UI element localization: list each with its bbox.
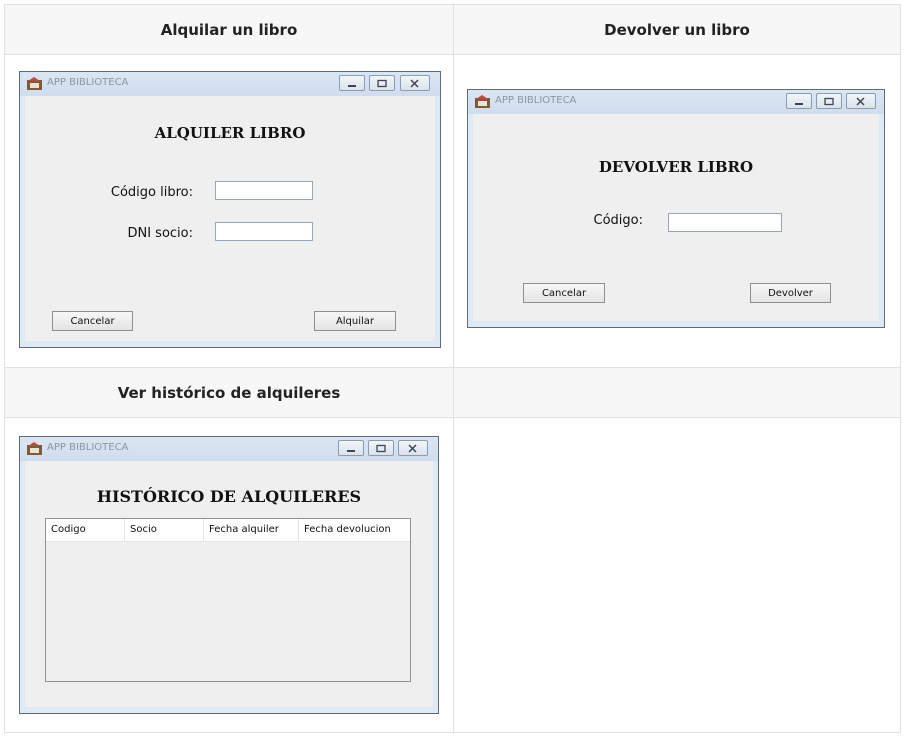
window-body: DEVOLVER LIBRO Código: Cancelar Devolver (473, 114, 879, 321)
app-icon (27, 77, 42, 90)
maximize-icon (824, 97, 834, 106)
app-icon (475, 95, 490, 108)
rentals-table[interactable]: Codigo Socio Fecha alquiler Fecha devolu… (45, 518, 411, 682)
list-heading: HISTÓRICO DE ALQUILERES (96, 487, 362, 506)
maximize-icon (376, 444, 386, 453)
header-empty (454, 367, 900, 418)
column-header[interactable]: Codigo (46, 519, 125, 541)
window-title: APP BIBLIOTECA (47, 442, 129, 453)
close-button[interactable] (846, 93, 876, 109)
form-heading: DEVOLVER LIBRO (598, 158, 754, 176)
close-button[interactable] (400, 75, 430, 91)
minimize-icon (348, 85, 356, 87)
table-header: Codigo Socio Fecha alquiler Fecha devolu… (46, 519, 410, 542)
codigo-input[interactable] (215, 181, 313, 200)
window-title: APP BIBLIOTECA (47, 77, 129, 88)
maximize-icon (377, 79, 387, 88)
minimize-icon (347, 450, 355, 452)
close-icon (408, 444, 417, 453)
column-header[interactable]: Fecha alquiler (204, 519, 299, 541)
form-heading: ALQUILER LIBRO (154, 124, 306, 142)
alquilar-button[interactable]: Alquilar (314, 311, 396, 331)
maximize-button[interactable] (368, 440, 394, 456)
minimize-button[interactable] (338, 440, 364, 456)
titlebar[interactable]: APP BIBLIOTECA (468, 90, 884, 114)
devolver-button[interactable]: Devolver (750, 283, 831, 303)
header-alquilar: Alquilar un libro (5, 5, 453, 55)
titlebar[interactable]: APP BIBLIOTECA (20, 437, 438, 461)
column-divider (453, 5, 454, 732)
close-icon (410, 79, 419, 88)
dni-label: DNI socio: (127, 226, 193, 241)
app-icon (27, 442, 42, 455)
window-historico: APP BIBLIOTECA HISTÓRICO DE ALQUILERES C… (19, 436, 439, 714)
close-icon (856, 97, 865, 106)
maximize-button[interactable] (816, 93, 842, 109)
dni-input[interactable] (215, 222, 313, 241)
window-alquiler: APP BIBLIOTECA ALQUILER LIBRO Código lib… (19, 71, 441, 348)
titlebar[interactable]: APP BIBLIOTECA (20, 72, 440, 96)
codigo-label: Código libro: (110, 185, 193, 200)
window-devolver: APP BIBLIOTECA DEVOLVER LIBRO Código: Ca… (467, 89, 885, 328)
column-header[interactable]: Socio (125, 519, 204, 541)
cancel-button[interactable]: Cancelar (523, 283, 605, 303)
window-title: APP BIBLIOTECA (495, 95, 577, 106)
header-devolver: Devolver un libro (454, 5, 900, 55)
window-body: ALQUILER LIBRO Código libro: DNI socio: … (25, 96, 435, 341)
codigo-input[interactable] (668, 213, 782, 232)
minimize-button[interactable] (786, 93, 812, 109)
column-header[interactable]: Fecha devolucion (299, 519, 410, 541)
codigo-label: Código: (593, 213, 643, 228)
cancel-button[interactable]: Cancelar (52, 311, 133, 331)
header-historico: Ver histórico de alquileres (5, 367, 453, 418)
window-body: HISTÓRICO DE ALQUILERES Codigo Socio Fec… (25, 461, 433, 707)
maximize-button[interactable] (369, 75, 395, 91)
minimize-button[interactable] (339, 75, 365, 91)
minimize-icon (795, 103, 803, 105)
close-button[interactable] (398, 440, 428, 456)
